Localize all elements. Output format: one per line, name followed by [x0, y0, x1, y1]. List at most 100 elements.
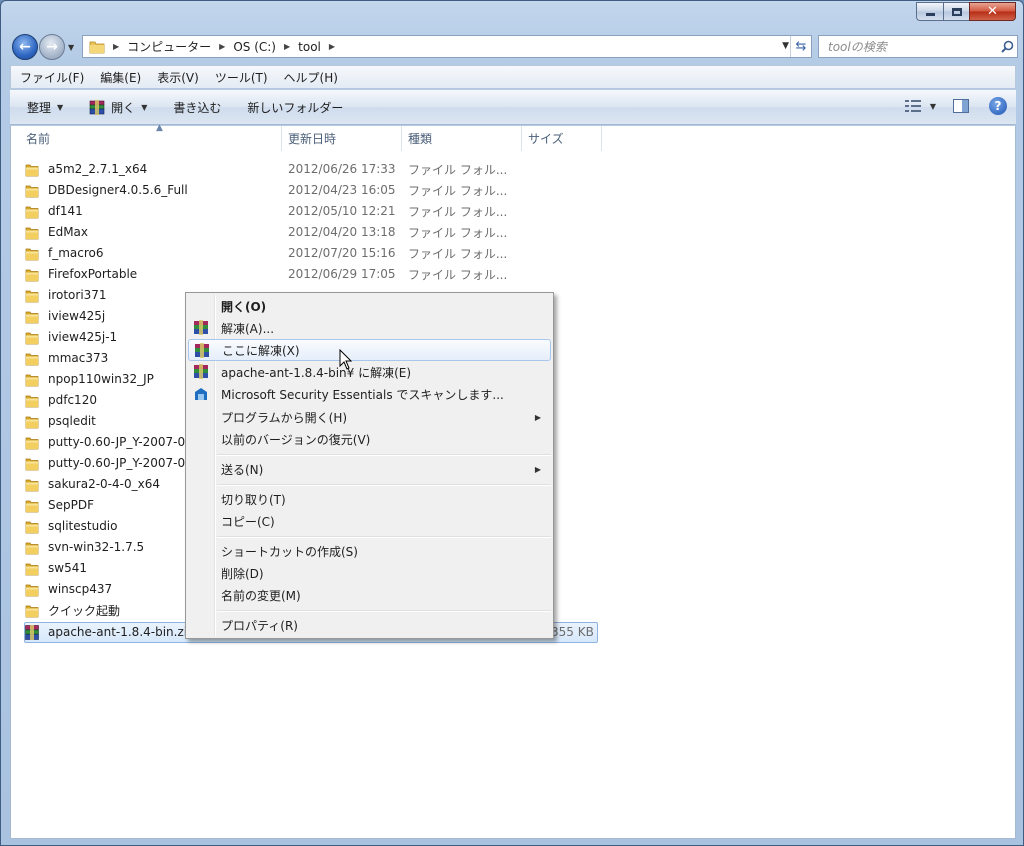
file-row[interactable]: svn-win32-1.7.5	[25, 537, 144, 557]
search-icon[interactable]	[997, 37, 1017, 57]
ctx-extract-label: 解凍(A)...	[221, 321, 275, 336]
ctx-scan[interactable]: Microsoft Security Essentials でスキャンします..…	[188, 383, 551, 405]
menu-file[interactable]: ファイル(F)	[20, 69, 84, 86]
file-type: ファイル フォル...	[408, 246, 508, 261]
column-date[interactable]: 更新日時	[282, 126, 402, 151]
file-row[interactable]: psqledit	[25, 411, 96, 431]
breadcrumb-arrow-icon[interactable]: ▶	[329, 42, 335, 51]
ctx-shortcut[interactable]: ショートカットの作成(S)	[188, 540, 551, 562]
preview-pane-button[interactable]	[953, 99, 969, 113]
file-row-zip[interactable]: apache-ant-1.8.4-bin.zip 355 KB	[25, 622, 594, 642]
file-row[interactable]: DBDesigner4.0.5.6_Full 2012/04/23 16:05 ファ…	[25, 180, 507, 200]
ctx-send-to[interactable]: 送る(N) ▶	[188, 458, 551, 480]
folder-icon	[25, 519, 39, 534]
file-name: sakura2-0-4-0_x64	[48, 477, 160, 491]
organize-button[interactable]: 整理 ▼	[27, 99, 63, 116]
file-row[interactable]: iview425j-1	[25, 327, 117, 347]
help-icon[interactable]: ?	[989, 97, 1007, 115]
file-row[interactable]: putty-0.60-JP_Y-2007-08	[25, 432, 193, 452]
file-row[interactable]: sw541	[25, 558, 87, 578]
column-type[interactable]: 種類	[402, 126, 522, 151]
ctx-extract[interactable]: 解凍(A)...	[188, 317, 551, 339]
ctx-open-with[interactable]: プログラムから開く(H) ▶	[188, 406, 551, 428]
menu-edit[interactable]: 編集(E)	[100, 69, 141, 86]
chevron-down-icon: ▼	[929, 101, 936, 111]
close-icon: ✕	[987, 4, 998, 19]
file-row[interactable]: putty-0.60-JP_Y-2007-08	[25, 453, 193, 473]
file-name: iview425j	[48, 309, 106, 323]
file-row[interactable]: EdMax 2012/04/20 13:18 ファイル フォル...	[25, 222, 507, 242]
address-dropdown-icon[interactable]: ▼	[782, 41, 789, 51]
file-row[interactable]: a5m2_2.7.1_x64 2012/06/26 17:33 ファイル フォル..…	[25, 159, 507, 179]
folder-icon	[25, 414, 39, 429]
ctx-open[interactable]: 開く(O)	[188, 295, 551, 317]
breadcrumb-arrow-icon[interactable]: ▶	[219, 42, 225, 51]
breadcrumb-tool[interactable]: tool	[298, 40, 321, 54]
file-row[interactable]: npop110win32_JP	[25, 369, 154, 389]
file-name: putty-0.60-JP_Y-2007-08	[48, 435, 193, 449]
maximize-button[interactable]	[943, 2, 969, 21]
file-row[interactable]: sqlitestudio	[25, 516, 117, 536]
address-row: ← → ▼ ▶ コンピューター ▶ OS (C:) ▶ tool ▶ ▼ ⇆ t…	[9, 31, 1019, 63]
file-row[interactable]: sakura2-0-4-0_x64	[25, 474, 160, 494]
refresh-button[interactable]: ⇆	[790, 36, 811, 57]
file-date: 2012/05/10 12:21	[288, 204, 396, 218]
ctx-restore[interactable]: 以前のバージョンの復元(V)	[188, 428, 551, 450]
file-name: SepPDF	[48, 498, 94, 512]
file-size: 355 KB	[551, 625, 594, 639]
menu-view[interactable]: 表示(V)	[157, 69, 199, 86]
file-type: ファイル フォル...	[408, 204, 508, 219]
file-name: putty-0.60-JP_Y-2007-08	[48, 456, 193, 470]
back-button[interactable]: ←	[12, 34, 38, 60]
open-button[interactable]: 開く ▼	[89, 99, 147, 116]
ctx-extract-here[interactable]: ここに解凍(X)	[188, 339, 551, 361]
minimize-button[interactable]	[916, 2, 943, 21]
ctx-copy[interactable]: コピー(C)	[188, 510, 551, 532]
burn-button[interactable]: 書き込む	[173, 99, 221, 116]
address-bar[interactable]: ▶ コンピューター ▶ OS (C:) ▶ tool ▶ ▼ ⇆	[82, 35, 812, 58]
view-options-button[interactable]: ▼	[904, 99, 936, 113]
file-row[interactable]: クイック起動	[25, 600, 120, 620]
ctx-cut[interactable]: 切り取り(T)	[188, 488, 551, 510]
ctx-send-to-label: 送る(N)	[221, 462, 264, 477]
menu-tools[interactable]: ツール(T)	[215, 69, 268, 86]
breadcrumb-arrow-icon[interactable]: ▶	[113, 42, 119, 51]
column-size[interactable]: サイズ	[522, 126, 602, 151]
chevron-down-icon: ▼	[57, 102, 64, 112]
toolbar-right: ▼ ?	[904, 97, 1007, 115]
forward-button[interactable]: →	[39, 34, 65, 60]
file-row[interactable]: winscp437	[25, 579, 112, 599]
ctx-properties[interactable]: プロパティ(R)	[188, 614, 551, 636]
file-row[interactable]: df141 2012/05/10 12:21 ファイル フォル...	[25, 201, 507, 221]
ctx-extract-here-label: ここに解凍(X)	[222, 343, 300, 358]
ctx-delete[interactable]: 削除(D)	[188, 562, 551, 584]
breadcrumb-computer[interactable]: コンピューター	[127, 38, 211, 55]
file-row[interactable]: FirefoxPortable 2012/06/29 17:05 ファイル フォル.…	[25, 264, 507, 284]
file-name: pdfc120	[48, 393, 97, 407]
search-input[interactable]: toolの検索	[818, 35, 1018, 58]
new-folder-button[interactable]: 新しいフォルダー	[247, 99, 343, 116]
column-name[interactable]: 名前 ▲	[20, 123, 282, 151]
file-type: ファイル フォル...	[408, 183, 508, 198]
folder-icon	[25, 246, 39, 261]
breadcrumb-arrow-icon[interactable]: ▶	[284, 42, 290, 51]
file-date: 2012/06/26 17:33	[288, 162, 396, 176]
forward-arrow-icon: →	[46, 39, 58, 55]
breadcrumb-drive[interactable]: OS (C:)	[233, 40, 276, 54]
recent-pages-dropdown[interactable]: ▼	[68, 43, 74, 52]
file-row[interactable]: pdfc120	[25, 390, 97, 410]
ctx-open-label: 開く(O)	[221, 299, 267, 314]
ctx-separator	[217, 536, 551, 538]
close-button[interactable]: ✕	[969, 2, 1016, 21]
file-row[interactable]: f_macro6 2012/07/20 15:16 ファイル フォル...	[25, 243, 507, 263]
ctx-extract-to[interactable]: apache-ant-1.8.4-bin¥ に解凍(E)	[188, 361, 551, 383]
ctx-rename[interactable]: 名前の変更(M)	[188, 584, 551, 606]
file-name: クイック起動	[48, 603, 121, 618]
file-row[interactable]: mmac373	[25, 348, 108, 368]
ctx-properties-label: プロパティ(R)	[221, 618, 298, 633]
maximize-icon	[951, 7, 962, 16]
menu-help[interactable]: ヘルプ(H)	[284, 69, 338, 86]
file-row[interactable]: iview425j	[25, 306, 105, 326]
file-row[interactable]: irotori371	[25, 285, 107, 305]
file-row[interactable]: SepPDF	[25, 495, 94, 515]
